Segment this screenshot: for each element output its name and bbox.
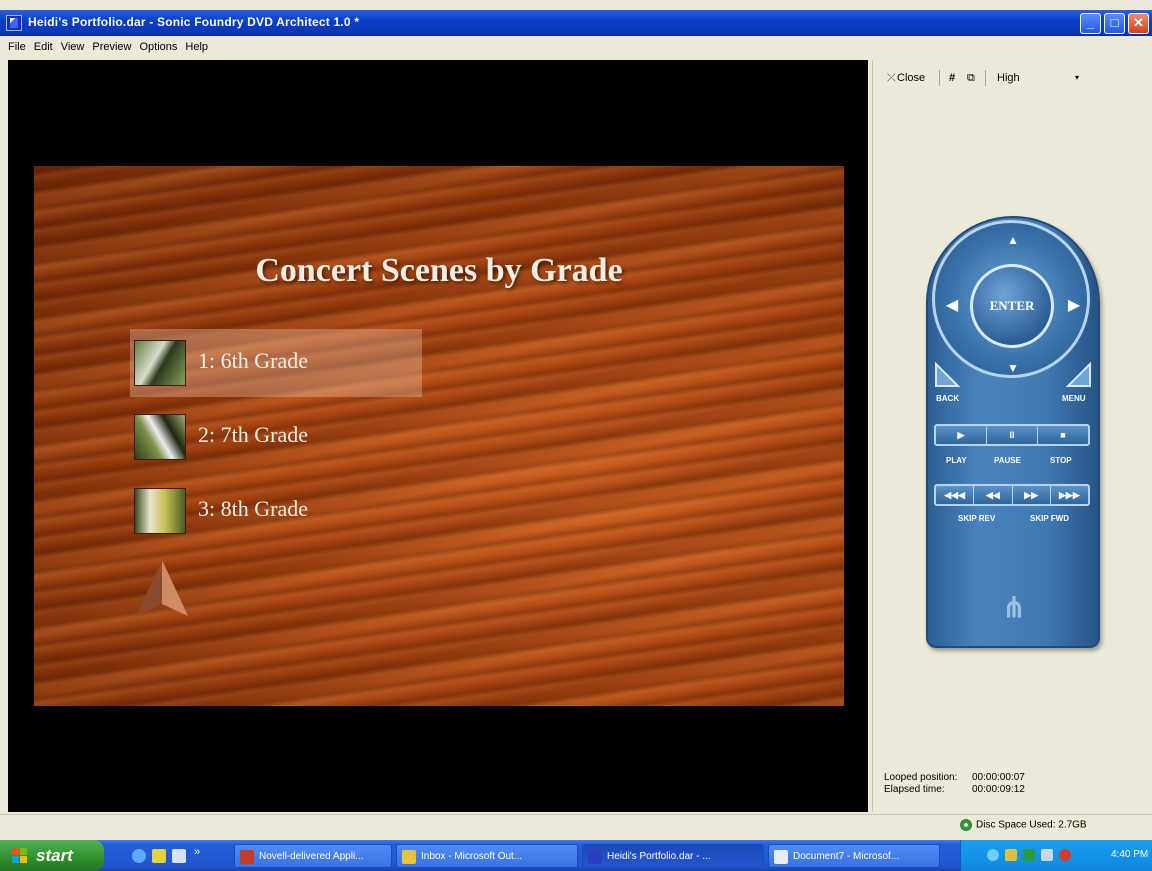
disc-space-indicator: Disc Space Used: 2.7GB [960,819,1087,831]
status-bar: Disc Space Used: 2.7GB [0,814,1152,839]
looped-position-label: Looped position: [884,772,958,783]
position-readout: Looped position: 00:00:00:07 Elapsed time… [884,772,1025,796]
volume-icon[interactable] [1041,849,1053,861]
right-arrow-button[interactable]: ▶ [1062,294,1086,318]
pause-label: PAUSE [994,456,1021,465]
scene-thumbnail [134,488,186,534]
play-button[interactable]: ▶ [936,426,987,444]
scene-label: 2: 7th Grade [198,422,308,447]
chevron-down-icon[interactable]: ▾ [1075,68,1079,88]
skip-fwd-button[interactable]: ▶▶▶ [1051,486,1088,504]
show-desktop-icon[interactable] [172,849,186,863]
outlook-icon [402,850,416,864]
menu-bar: File Edit View Preview Options Help [0,36,1152,58]
alert-icon[interactable] [1059,849,1071,861]
left-arrow-button[interactable]: ◀ [940,294,964,318]
maximize-button[interactable]: □ [1104,13,1125,34]
scene-thumbnail [134,340,186,386]
window-title: Heidi's Portfolio.dar - Sonic Foundry DV… [28,15,360,29]
back-button[interactable] [934,362,960,388]
menu-label: MENU [1062,394,1086,403]
menu-button[interactable] [1066,362,1092,388]
menu-options[interactable]: Options [135,36,181,58]
scene-button-1[interactable]: 1: 6th Grade [132,330,422,396]
skip-buttons: ◀◀◀ ◀◀ ▶▶ ▶▶▶ [934,484,1090,506]
stop-button[interactable]: ■ [1038,426,1088,444]
looped-position-value: 00:00:00:07 [972,772,1025,783]
copy-frame-icon[interactable]: ⧉ [967,68,975,88]
dvd-menu-canvas: Concert Scenes by Grade 1: 6th Grade 2: … [34,166,844,706]
disc-space-text: Disc Space Used: 2.7GB [976,819,1087,831]
minimize-button[interactable]: _ [1080,13,1101,34]
antivirus-icon[interactable] [1023,849,1035,861]
rewind-button[interactable]: ◀◀ [974,486,1013,504]
elapsed-time-label: Elapsed time: [884,784,945,795]
enter-button[interactable]: ENTER [970,264,1054,348]
windows-taskbar: start » Novell-delivered Appli... Inbox … [0,840,1152,871]
system-tray: 4:40 PM [960,840,1152,871]
scene-thumbnail [134,414,186,460]
scene-label: 1: 6th Grade [198,348,308,373]
network-icon[interactable] [987,849,999,861]
internet-explorer-icon[interactable] [132,849,146,863]
close-panel-button[interactable]: ⤫Close [887,68,925,88]
taskbar-item-dvd-architect[interactable]: Heidi's Portfolio.dar - ... [582,844,764,868]
dvd-remote-control: ENTER ▲ ▼ ◀ ▶ BACK MENU ▶ II ■ PLAY PAUS… [926,216,1100,648]
security-icon[interactable] [1005,849,1017,861]
start-label: start [36,846,73,865]
fast-forward-button[interactable]: ▶▶ [1013,486,1051,504]
start-button[interactable]: start [0,840,104,871]
clock: 4:40 PM [1111,849,1149,860]
dvd-architect-icon [588,850,602,864]
app-icon[interactable] [6,15,22,31]
quicklaunch-app-icon[interactable] [152,849,166,863]
close-button[interactable]: ✕ [1128,13,1149,34]
menu-edit[interactable]: Edit [30,36,57,58]
elapsed-time-value: 00:00:09:12 [972,784,1025,795]
pause-button[interactable]: II [987,426,1038,444]
quality-select[interactable]: High [997,68,1020,88]
scene-button-2[interactable]: 2: 7th Grade [132,404,422,470]
word-document-icon [774,850,788,864]
down-arrow-button[interactable]: ▼ [1001,356,1025,380]
transport-buttons: ▶ II ■ [934,424,1090,446]
navigation-arrow-icon[interactable] [132,558,192,618]
title-bar: Heidi's Portfolio.dar - Sonic Foundry DV… [0,10,1152,36]
taskbar-item-novell[interactable]: Novell-delivered Appli... [234,844,392,868]
up-arrow-button[interactable]: ▲ [1001,228,1025,252]
back-label: BACK [936,394,960,403]
quicklaunch-overflow-icon[interactable]: » [194,846,200,858]
taskbar-item-word[interactable]: Document7 - Microsof... [768,844,940,868]
menu-help[interactable]: Help [181,36,212,58]
skip-fwd-label: SKIP FWD [1030,514,1069,523]
scene-button-3[interactable]: 3: 8th Grade [132,478,422,544]
windows-logo-icon [12,848,27,863]
grid-icon[interactable]: # [949,68,955,88]
novell-app-icon [240,850,254,864]
menu-preview[interactable]: Preview [88,36,135,58]
sonic-foundry-logo-icon: ⋔ [1002,592,1026,623]
skip-rev-label: SKIP REV [958,514,996,523]
play-label: PLAY [946,456,967,465]
disc-icon [960,819,972,831]
stop-label: STOP [1050,456,1072,465]
skip-rev-button[interactable]: ◀◀◀ [936,486,975,504]
dvd-menu-title: Concert Scenes by Grade [255,252,623,289]
taskbar-item-outlook[interactable]: Inbox - Microsoft Out... [396,844,578,868]
scene-label: 3: 8th Grade [198,496,308,521]
close-icon: ⤫ [887,72,896,84]
menu-view[interactable]: View [57,36,89,58]
menu-items: File Edit View Preview Options Help [4,36,212,58]
preview-window: Concert Scenes by Grade 1: 6th Grade 2: … [8,60,868,812]
menu-file[interactable]: File [4,36,30,58]
